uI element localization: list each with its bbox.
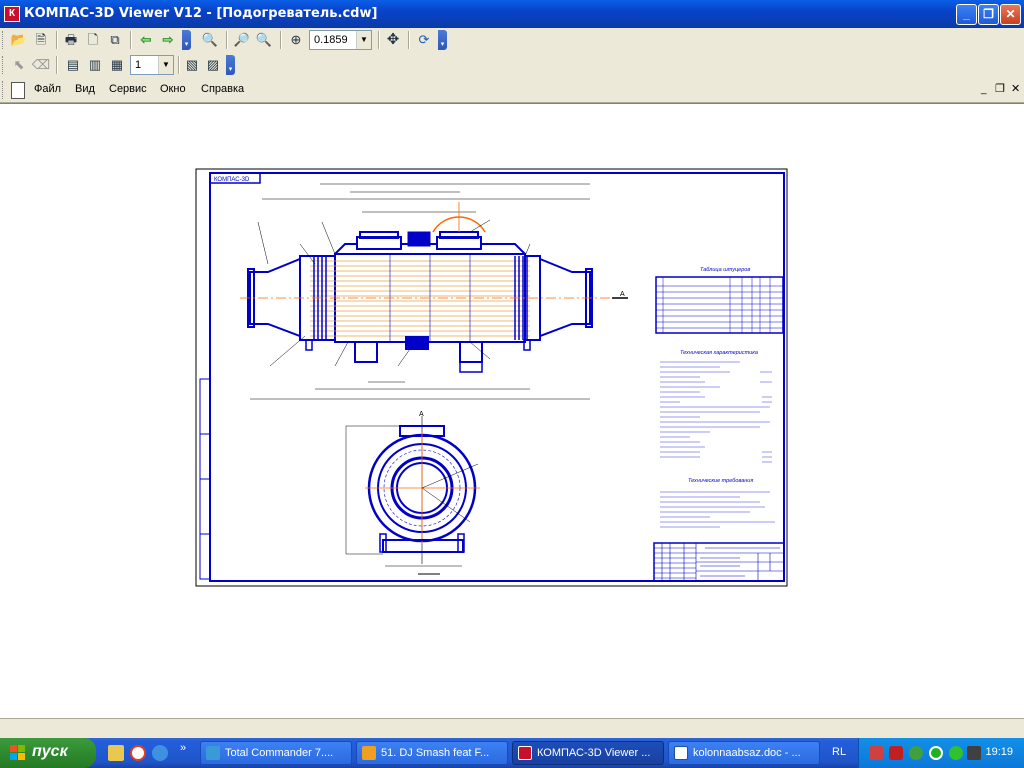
kompas-icon — [518, 746, 532, 760]
page-last-icon[interactable]: ▨ — [203, 55, 223, 75]
back-arrow-icon[interactable]: ⇦ — [136, 30, 156, 50]
quicklaunch-desktop-icon[interactable] — [108, 745, 124, 761]
page-all-icon[interactable]: ▦ — [107, 55, 127, 75]
eraser-icon[interactable]: ⌫ — [31, 55, 51, 75]
svg-text:А: А — [419, 411, 424, 418]
task-media-player[interactable]: 51. DJ Smash feat F... — [356, 741, 508, 765]
language-indicator[interactable]: RL — [832, 746, 846, 758]
drawing-sheet — [195, 168, 788, 587]
windows-flag-icon — [10, 745, 25, 760]
tray-network-icon[interactable] — [869, 746, 883, 760]
menu-file[interactable]: Файл — [34, 83, 61, 95]
zoom-fit-icon[interactable]: 🔎 — [232, 30, 252, 50]
start-button[interactable]: пуск — [0, 738, 96, 768]
quicklaunch-more-chevron-icon[interactable]: » — [180, 742, 186, 754]
minimize-button[interactable]: _ — [956, 4, 977, 25]
toolbar-grip[interactable] — [2, 31, 6, 49]
menu-bar: Файл Вид Сервис Окно Справка _ ❐ ✕ — [0, 78, 1024, 103]
pan-move-icon[interactable]: ✥ — [383, 30, 403, 50]
print-icon[interactable]: 🖶 — [61, 30, 81, 50]
zoom-scale-combo[interactable]: 0.1859 ▼ — [309, 30, 372, 50]
media-player-icon — [362, 746, 376, 760]
task-word-document[interactable]: kolonnaabsaz.doc - ... — [668, 741, 820, 765]
cursor-select-icon[interactable]: ⬉ — [9, 55, 29, 75]
redraw-icon[interactable]: ⟳ — [414, 30, 434, 50]
svg-text:Таблица штуцеров: Таблица штуцеров — [700, 267, 750, 273]
status-bar — [0, 718, 1024, 739]
task-total-commander[interactable]: Total Commander 7.... — [200, 741, 352, 765]
tray-volume-icon[interactable] — [967, 746, 981, 760]
open-folder-icon[interactable]: 📂 — [9, 30, 29, 50]
chevron-down-icon[interactable]: ▼ — [158, 56, 173, 74]
mdi-close-button[interactable]: ✕ — [1011, 82, 1020, 95]
main-window: К КОМПАС-3D Viewer V12 - [Подогреватель.… — [0, 0, 1024, 739]
page-one-icon[interactable]: ▤ — [63, 55, 83, 75]
sheet-number-value: 1 — [135, 59, 142, 71]
start-label: пуск — [32, 743, 68, 760]
toolbar-options-chevron-icon[interactable]: ▾ — [182, 30, 191, 50]
toolbar-grip[interactable] — [2, 56, 6, 74]
drawing-canvas[interactable]: КОМПАС-3D А А Таблица штуцеров Техническ… — [0, 103, 1024, 719]
kompas-app-icon: К — [4, 6, 20, 22]
zoom-scale-icon[interactable]: ⊕ — [286, 30, 306, 50]
word-document-icon — [674, 746, 688, 760]
close-button[interactable]: ✕ — [1000, 4, 1021, 25]
title-bar[interactable]: К КОМПАС-3D Viewer V12 - [Подогреватель.… — [0, 0, 1024, 28]
page-prev-icon[interactable]: ▥ — [85, 55, 105, 75]
zoom-scale-value: 0.1859 — [314, 34, 348, 46]
zoom-in-out-icon[interactable]: 🔍 — [254, 30, 274, 50]
drawing-stamp-title: КОМПАС-3D — [214, 177, 250, 183]
mdi-restore-button[interactable]: ❐ — [995, 82, 1005, 95]
tray-update-icon[interactable] — [909, 746, 923, 760]
menu-help[interactable]: Справка — [201, 83, 244, 95]
taskbar: пуск » Total Commander 7.... 51. DJ Smas… — [0, 738, 1024, 768]
quicklaunch-media-icon[interactable] — [130, 745, 146, 761]
refresh-document-icon[interactable]: 🗎 — [31, 30, 51, 50]
restore-button[interactable]: ❐ — [978, 4, 999, 25]
standard-toolbar: 📂 🗎 🖶 🗋 ⧉ ⇦ ⇨ ▾ 🔍 🔎 🔍 ⊕ 0.1859 ▼ ✥ ⟳ ▾ — [0, 28, 450, 52]
svg-text:Техническая характеристика: Техническая характеристика — [680, 350, 758, 356]
svg-text:Технические требования: Технические требования — [688, 478, 753, 484]
menu-window[interactable]: Окно — [160, 83, 186, 95]
view-toolbar: ⬉ ⌫ ▤ ▥ ▦ 1 ▼ ▧ ▨ ▾ — [0, 53, 238, 77]
quicklaunch-browser-icon[interactable] — [152, 745, 168, 761]
window-title: КОМПАС-3D Viewer V12 - [Подогреватель.cd… — [24, 6, 378, 21]
copy-icon[interactable]: ⧉ — [105, 30, 125, 50]
tray-shield-icon[interactable] — [889, 746, 903, 760]
chevron-down-icon[interactable]: ▼ — [356, 31, 371, 49]
tray-antivirus-icon[interactable] — [949, 746, 963, 760]
zoom-window-icon[interactable]: 🔍 — [200, 30, 220, 50]
menu-service[interactable]: Сервис — [109, 83, 147, 95]
tray-status-icon[interactable] — [929, 746, 943, 760]
sheet-number-combo[interactable]: 1 ▼ — [130, 55, 174, 75]
total-commander-icon — [206, 746, 220, 760]
section-mark-a: А — [620, 291, 625, 298]
toolbar-options-chevron-icon[interactable]: ▾ — [438, 30, 447, 50]
document-icon[interactable] — [11, 82, 25, 99]
menu-view[interactable]: Вид — [75, 83, 95, 95]
page-next-icon[interactable]: ▧ — [182, 55, 202, 75]
clock: 19:19 — [985, 746, 1013, 758]
menu-grip[interactable] — [2, 81, 6, 99]
task-kompas-viewer[interactable]: КОМПАС-3D Viewer ... — [512, 741, 664, 765]
drawing-svg[interactable]: КОМПАС-3D А А Таблица штуцеров Техническ… — [0, 104, 1024, 719]
mdi-minimize-button[interactable]: _ — [981, 84, 987, 95]
toolbar-options-chevron-icon[interactable]: ▾ — [226, 55, 235, 75]
system-tray: 19:19 — [858, 738, 1024, 768]
forward-arrow-icon[interactable]: ⇨ — [158, 30, 178, 50]
print-preview-icon[interactable]: 🗋 — [83, 30, 103, 50]
